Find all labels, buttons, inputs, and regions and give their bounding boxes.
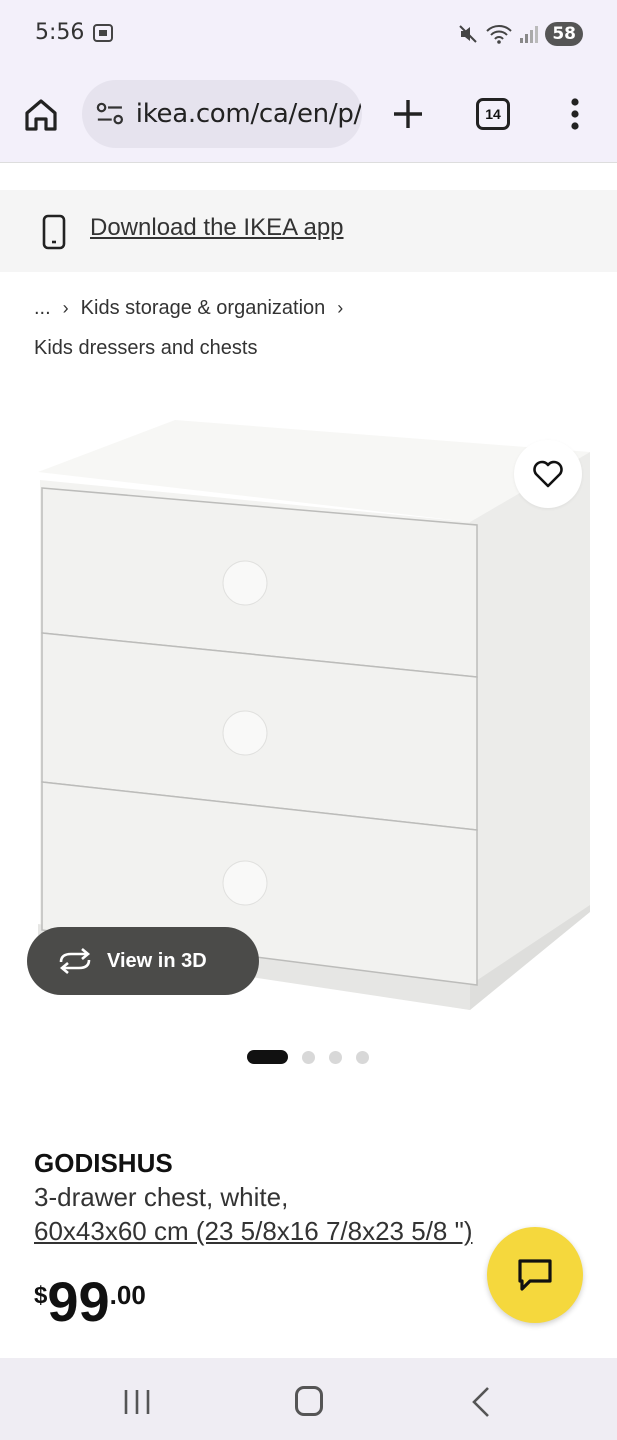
tab-count: 14	[485, 106, 501, 122]
back-icon[interactable]	[470, 1386, 494, 1418]
home-nav-icon[interactable]	[295, 1386, 323, 1416]
breadcrumb: ... › Kids storage & organization › Kids…	[34, 296, 343, 360]
status-time: 5:56	[35, 20, 85, 45]
heart-icon	[533, 460, 563, 488]
site-info-icon[interactable]	[96, 101, 124, 127]
app-download-banner[interactable]: Download the IKEA app	[0, 190, 617, 272]
wifi-icon	[486, 25, 513, 44]
url-text[interactable]: ikea.com/ca/en/p/	[136, 99, 362, 129]
breadcrumb-kids-storage[interactable]: Kids storage & organization	[81, 297, 326, 320]
breadcrumb-ellipsis[interactable]: ...	[34, 297, 51, 320]
mute-icon	[459, 25, 478, 43]
carousel-dot[interactable]	[329, 1050, 342, 1064]
download-app-link[interactable]: Download the IKEA app	[90, 214, 344, 242]
price-currency: $	[34, 1282, 48, 1309]
home-icon[interactable]	[22, 96, 60, 134]
chat-icon	[518, 1259, 552, 1291]
product-name: GODISHUS	[34, 1148, 173, 1178]
product-description: 3-drawer chest, white,	[34, 1182, 289, 1212]
rotate-3d-icon	[59, 948, 91, 974]
breadcrumb-separator: ›	[337, 297, 344, 318]
plus-icon[interactable]	[390, 94, 426, 134]
tabs-button[interactable]: 14	[476, 98, 510, 130]
carousel-dot[interactable]	[302, 1050, 315, 1064]
carousel-dot[interactable]	[247, 1050, 288, 1064]
product-price: $ 99 .00	[34, 1272, 146, 1332]
system-nav-bar	[0, 1358, 617, 1440]
status-bar: 5:56 58	[0, 0, 617, 70]
view-in-3d-button[interactable]: View in 3D	[27, 927, 259, 995]
chat-button[interactable]	[487, 1227, 583, 1323]
favorite-button[interactable]	[514, 440, 582, 508]
price-main: 99	[47, 1270, 110, 1333]
view-in-3d-label: View in 3D	[107, 949, 207, 972]
status-icons: 58	[457, 20, 583, 48]
product-dimensions-link[interactable]: 60x43x60 cm (23 5/8x16 7/8x23 5/8 ")	[34, 1216, 473, 1247]
carousel-dot[interactable]	[356, 1050, 369, 1064]
image-carousel-dots	[247, 1050, 369, 1064]
browser-toolbar: ikea.com/ca/en/p/ 14	[0, 70, 617, 163]
battery-level: 58	[545, 22, 583, 46]
recents-icon[interactable]	[122, 1388, 152, 1416]
address-bar[interactable]: ikea.com/ca/en/p/	[82, 80, 362, 148]
phone-icon	[42, 214, 66, 250]
screen-record-icon	[93, 24, 113, 42]
more-vertical-icon[interactable]	[560, 94, 590, 134]
breadcrumb-kids-dressers[interactable]: Kids dressers and chests	[34, 337, 257, 359]
price-cents: .00	[109, 1280, 146, 1310]
breadcrumb-separator: ›	[62, 297, 69, 318]
signal-icon	[520, 26, 539, 43]
